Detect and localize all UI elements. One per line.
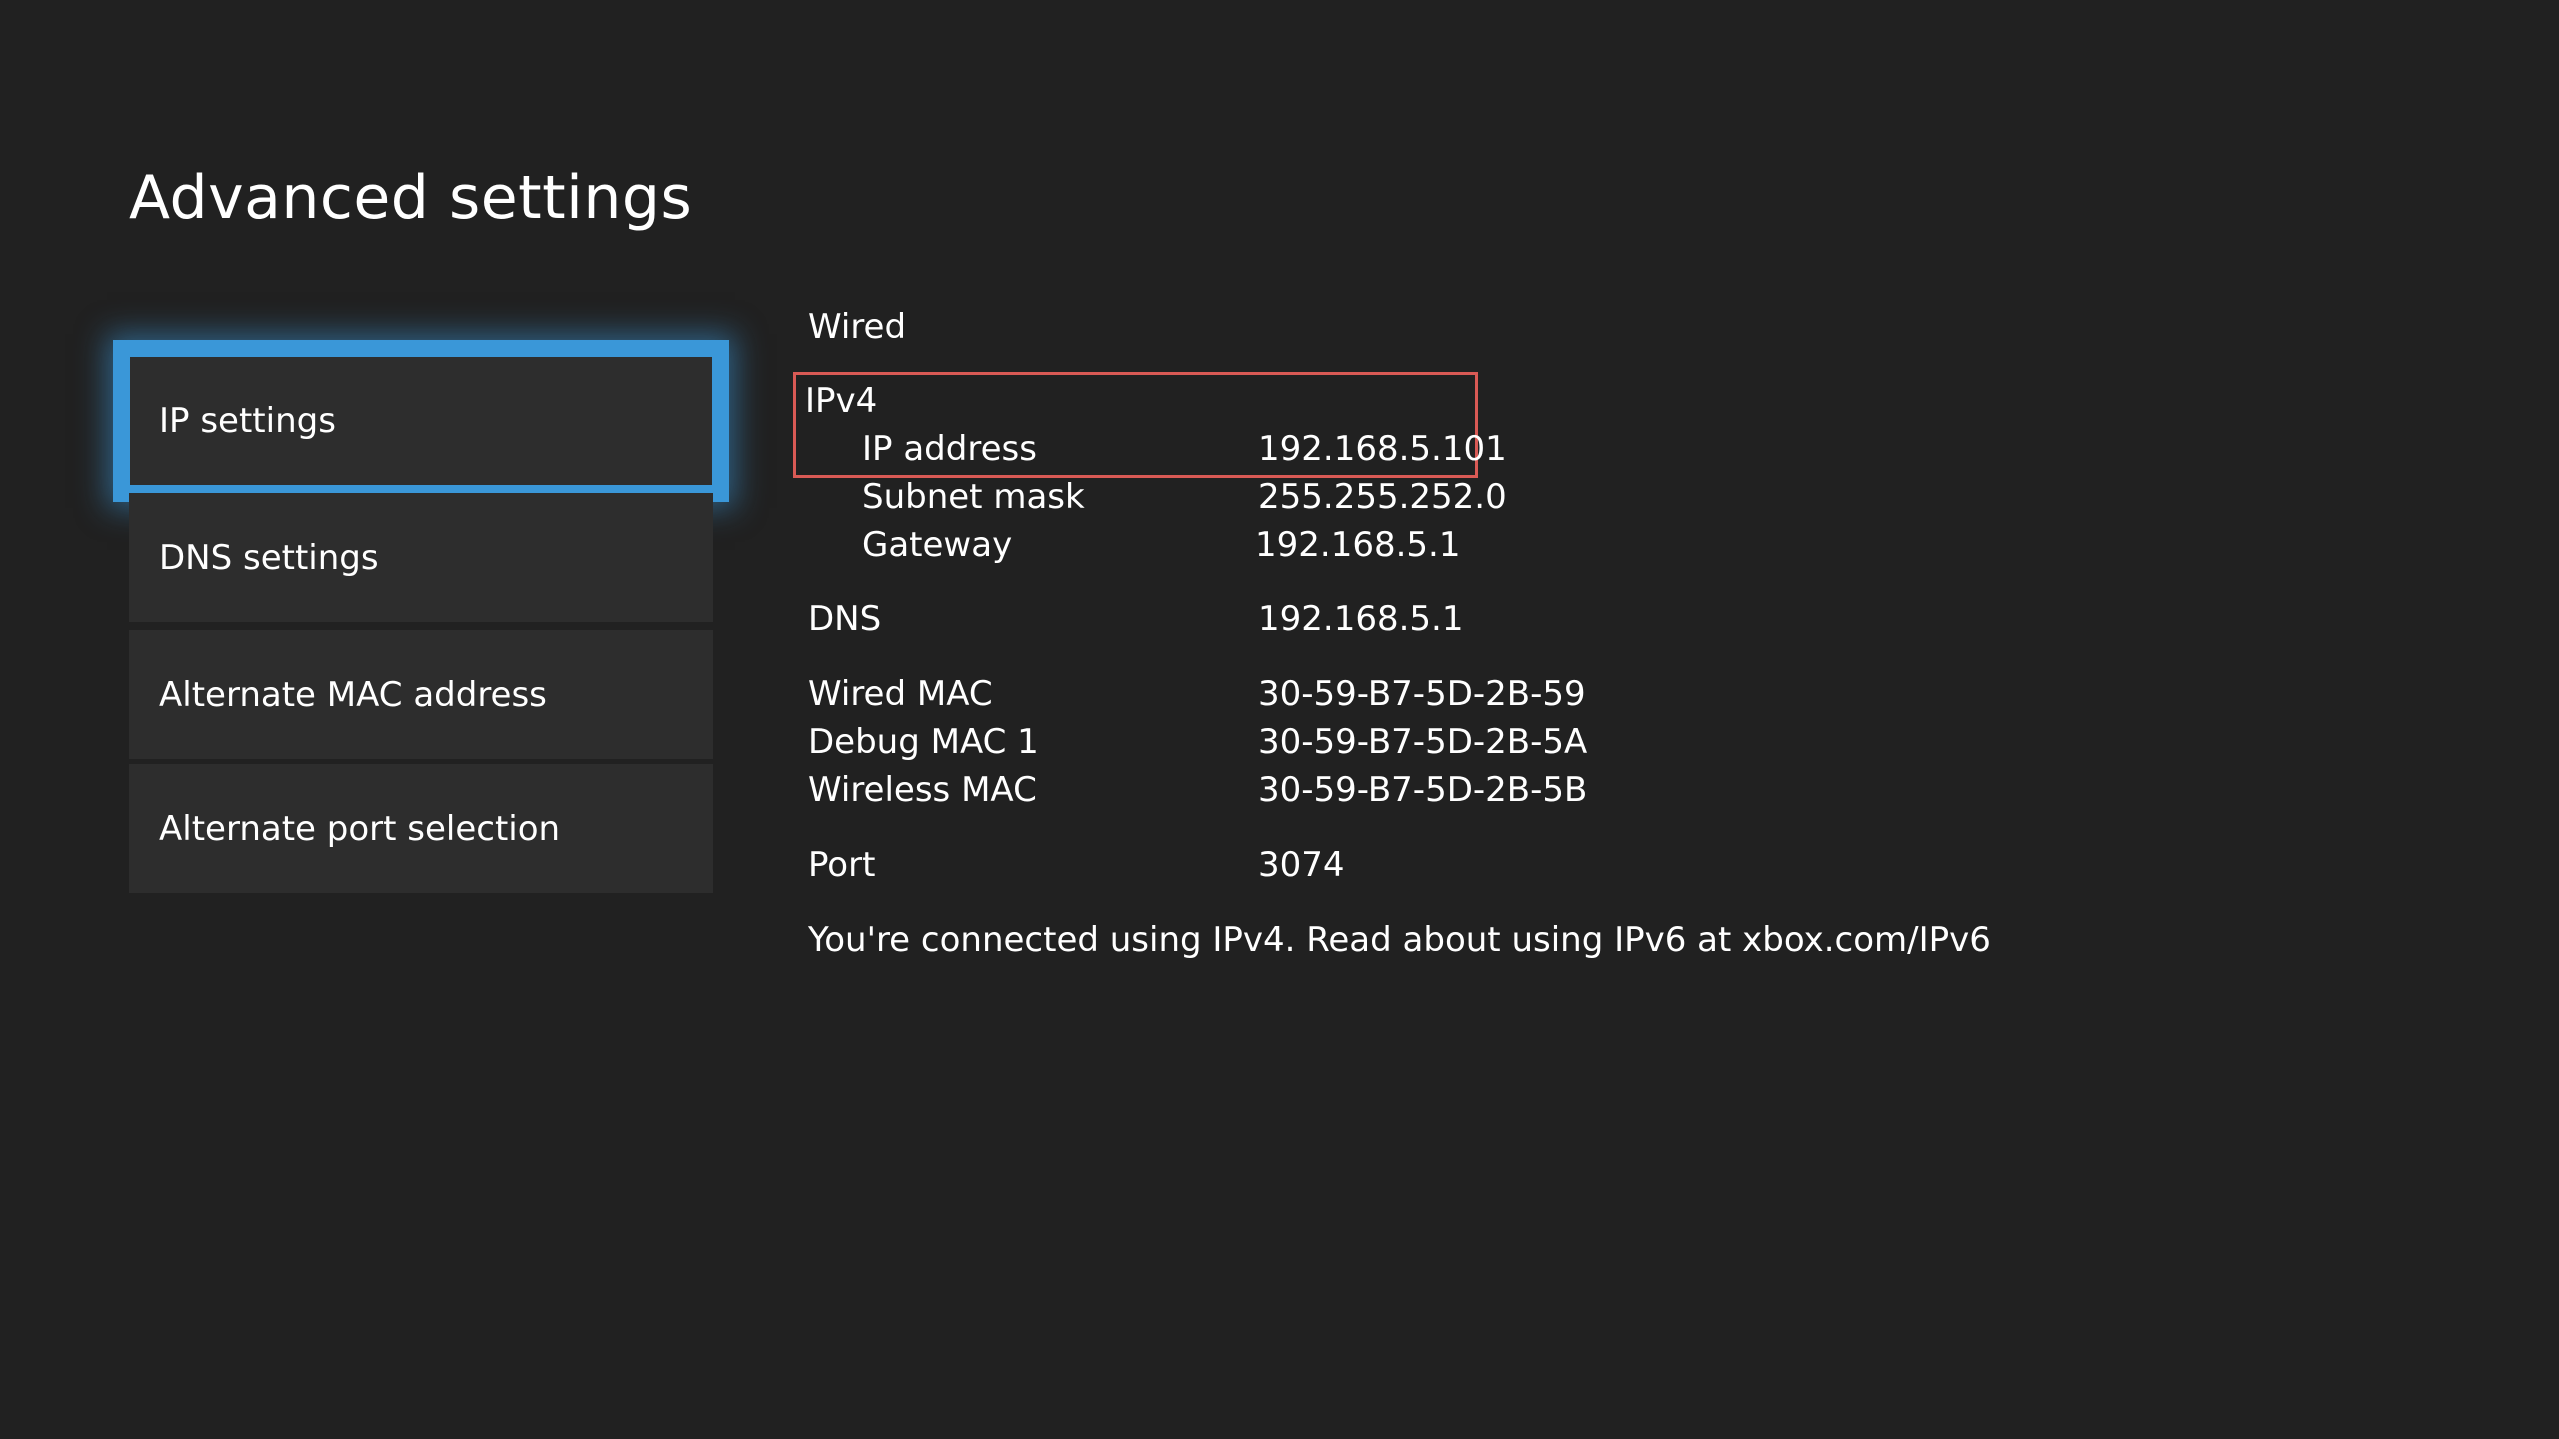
page-title: Advanced settings [129, 163, 693, 233]
menu-item-label: DNS settings [159, 537, 379, 578]
menu-item-label: Alternate port selection [159, 808, 561, 849]
port-value: 3074 [1258, 845, 1345, 885]
wired-mac-value: 30-59-B7-5D-2B-59 [1258, 674, 1586, 714]
ipv4-heading: IPv4 [805, 381, 878, 421]
menu-item-dns-settings[interactable]: DNS settings [129, 493, 713, 622]
dns-value: 192.168.5.1 [1258, 599, 1464, 639]
subnet-mask-value: 255.255.252.0 [1258, 477, 1507, 517]
debug-mac-label: Debug MAC 1 [808, 722, 1039, 762]
menu-item-alternate-mac-address[interactable]: Alternate MAC address [129, 630, 713, 759]
port-label: Port [808, 845, 876, 885]
menu-item-label: Alternate MAC address [159, 674, 547, 715]
ip-address-value: 192.168.5.101 [1258, 429, 1507, 469]
advanced-settings-page: Advanced settings IP settings DNS settin… [0, 0, 2559, 1439]
subnet-mask-label: Subnet mask [862, 477, 1085, 517]
dns-label: DNS [808, 599, 882, 639]
wireless-mac-label: Wireless MAC [808, 770, 1037, 810]
ip-address-label: IP address [862, 429, 1037, 469]
gateway-label: Gateway [862, 525, 1013, 565]
connection-type-label: Wired [808, 307, 907, 347]
wired-mac-label: Wired MAC [808, 674, 993, 714]
debug-mac-value: 30-59-B7-5D-2B-5A [1258, 722, 1588, 762]
menu-item-alternate-port-selection[interactable]: Alternate port selection [129, 764, 713, 893]
wireless-mac-value: 30-59-B7-5D-2B-5B [1258, 770, 1588, 810]
gateway-value: 192.168.5.1 [1255, 525, 1461, 565]
menu-item-label: IP settings [159, 401, 336, 441]
menu-item-ip-settings[interactable]: IP settings [113, 340, 729, 502]
ipv6-info-note: You're connected using IPv4. Read about … [808, 920, 1991, 960]
